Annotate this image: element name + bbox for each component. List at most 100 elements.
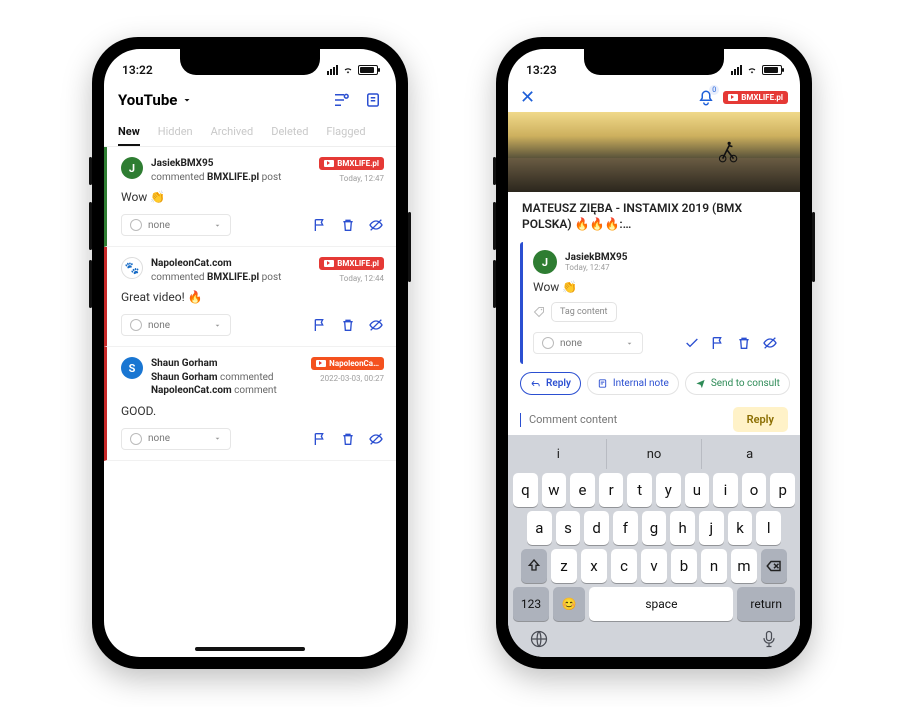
key-u[interactable]: u [685, 473, 710, 507]
key-row-4: 123 😊 space return [513, 587, 795, 621]
sort-icon[interactable] [364, 91, 382, 109]
key-p[interactable]: p [770, 473, 795, 507]
sentiment-selector[interactable]: none [121, 314, 231, 336]
flag-icon[interactable] [312, 431, 328, 447]
suggestion[interactable]: a [701, 439, 797, 469]
status-icons [731, 64, 782, 76]
feed-item[interactable]: S Shaun Gorham Shaun Gorham commented Na… [104, 347, 396, 461]
chevron-down-icon [213, 321, 222, 330]
tab-deleted[interactable]: Deleted [271, 119, 308, 146]
check-icon[interactable] [684, 335, 700, 351]
vol-down [493, 260, 496, 308]
comment-actions [684, 335, 778, 351]
key-o[interactable]: o [742, 473, 767, 507]
flag-icon[interactable] [312, 217, 328, 233]
sentiment-label: none [148, 433, 170, 444]
tag-icon [533, 306, 545, 318]
hide-icon[interactable] [762, 335, 778, 351]
tab-flagged[interactable]: Flagged [326, 119, 365, 146]
flag-icon[interactable] [312, 317, 328, 333]
wifi-icon [746, 64, 758, 76]
home-indicator[interactable] [195, 647, 305, 651]
reply-button[interactable]: Reply [733, 407, 788, 432]
key-shift[interactable] [521, 549, 547, 583]
key-z[interactable]: z [551, 549, 577, 583]
comment-body: Wow 👏 [533, 274, 778, 302]
platform-selector[interactable]: YouTube [118, 91, 193, 109]
key-r[interactable]: r [599, 473, 624, 507]
key-b[interactable]: b [671, 549, 697, 583]
pill-send-consult[interactable]: Send to consult [685, 372, 790, 395]
virtual-keyboard: i no a q w e r t y u i o p a s d f g [508, 435, 800, 657]
sentiment-selector[interactable]: none [533, 332, 643, 354]
notch [584, 49, 724, 75]
key-k[interactable]: k [728, 511, 753, 545]
trash-icon[interactable] [340, 431, 356, 447]
key-emoji[interactable]: 😊 [553, 587, 585, 621]
key-x[interactable]: x [581, 549, 607, 583]
filter-icon[interactable] [332, 91, 350, 109]
notification-icon[interactable]: 0 [697, 89, 715, 107]
item-time: 2022-03-03, 00:27 [320, 374, 384, 383]
detail-topbar: ✕ 0 BMXLIFE.pl [508, 85, 800, 112]
key-l[interactable]: l [756, 511, 781, 545]
source-badge: BMXLIFE.pl [319, 257, 384, 270]
key-g[interactable]: g [642, 511, 667, 545]
globe-icon[interactable] [529, 629, 549, 649]
key-s[interactable]: s [556, 511, 581, 545]
header-actions [332, 91, 382, 109]
pill-internal-note[interactable]: Internal note [587, 372, 679, 395]
hide-icon[interactable] [368, 431, 384, 447]
pill-reply[interactable]: Reply [520, 372, 581, 395]
key-v[interactable]: v [641, 549, 667, 583]
face-icon [130, 219, 142, 231]
key-e[interactable]: e [570, 473, 595, 507]
key-d[interactable]: d [584, 511, 609, 545]
key-m[interactable]: m [731, 549, 757, 583]
vol-up [89, 202, 92, 250]
key-return[interactable]: return [737, 587, 795, 621]
avatar: J [121, 157, 143, 179]
item-name: NapoleonCat.com [151, 257, 311, 271]
key-w[interactable]: w [542, 473, 567, 507]
cell-signal-icon [731, 65, 742, 75]
feed: J JasiekBMX95 commented BMXLIFE.pl post … [104, 147, 396, 471]
feed-item[interactable]: J JasiekBMX95 commented BMXLIFE.pl post … [104, 147, 396, 247]
flag-icon[interactable] [710, 335, 726, 351]
key-a[interactable]: a [527, 511, 552, 545]
close-icon[interactable]: ✕ [520, 87, 535, 108]
trash-icon[interactable] [340, 317, 356, 333]
key-q[interactable]: q [513, 473, 538, 507]
suggestion[interactable]: i [511, 439, 606, 469]
key-i[interactable]: i [713, 473, 738, 507]
sentiment-selector[interactable]: none [121, 428, 231, 450]
trash-icon[interactable] [340, 217, 356, 233]
key-123[interactable]: 123 [513, 587, 549, 621]
feed-item[interactable]: 🐾 NapoleonCat.com commented BMXLIFE.pl p… [104, 247, 396, 347]
item-sub: commented BMXLIFE.pl post [151, 171, 311, 185]
sentiment-selector[interactable]: none [121, 214, 231, 236]
avatar: J [533, 250, 557, 274]
hide-icon[interactable] [368, 317, 384, 333]
cell-signal-icon [327, 65, 338, 75]
mic-icon[interactable] [759, 629, 779, 649]
hide-icon[interactable] [368, 217, 384, 233]
tab-new[interactable]: New [118, 119, 140, 146]
key-c[interactable]: c [611, 549, 637, 583]
suggestion[interactable]: no [606, 439, 702, 469]
video-thumbnail[interactable] [508, 112, 800, 192]
key-f[interactable]: f [613, 511, 638, 545]
tag-content-button[interactable]: Tag content [551, 302, 617, 322]
key-j[interactable]: j [699, 511, 724, 545]
key-n[interactable]: n [701, 549, 727, 583]
bmx-rider-icon [714, 138, 740, 164]
key-t[interactable]: t [627, 473, 652, 507]
key-h[interactable]: h [670, 511, 695, 545]
key-space[interactable]: space [589, 587, 733, 621]
tab-archived[interactable]: Archived [211, 119, 254, 146]
key-y[interactable]: y [656, 473, 681, 507]
comment-input[interactable] [529, 413, 725, 426]
tab-hidden[interactable]: Hidden [158, 119, 193, 146]
trash-icon[interactable] [736, 335, 752, 351]
key-backspace[interactable] [761, 549, 787, 583]
